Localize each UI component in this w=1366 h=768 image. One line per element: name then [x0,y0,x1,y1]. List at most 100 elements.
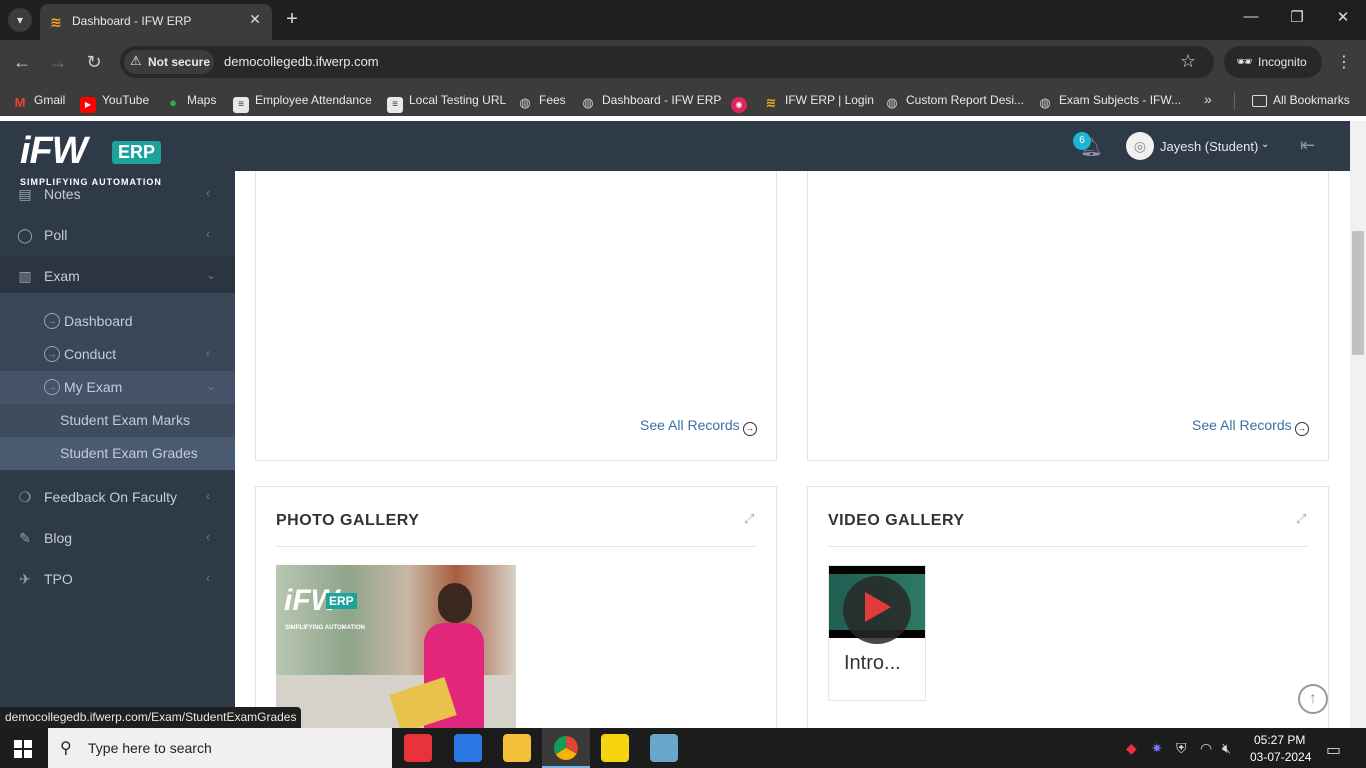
play-icon[interactable] [865,592,891,622]
bookmark-app[interactable]: ◉ [731,91,753,113]
anydesk-icon[interactable] [404,734,432,762]
bookmark-star-icon[interactable]: ☆ [1180,52,1196,70]
security-label: Not secure [148,55,211,69]
tab-dashboard[interactable]: ≋ Dashboard - IFW ERP ✕ [40,4,272,40]
volume-muted-icon[interactable]: 🔇︎ [1222,740,1231,757]
gmail-icon: M [14,95,26,110]
wifi-icon[interactable]: ◠ [1200,740,1212,757]
sidebar-item-feedback[interactable]: ❍ Feedback On Faculty ‹ [0,477,235,518]
bookmark-youtube[interactable]: ▶ YouTube [80,91,149,113]
back-icon[interactable]: ← [12,52,32,72]
incognito-button[interactable]: 🕶 Incognito [1224,46,1322,78]
chevron-down-icon: ⌄ [206,268,217,282]
scroll-to-top-icon[interactable]: ↑ [1298,684,1328,714]
notification-badge: 6 [1073,132,1091,150]
see-all-records-link[interactable]: See All Records → [640,417,757,436]
restore-icon[interactable]: ❐ [1282,8,1312,26]
app-icon[interactable] [650,734,678,762]
arrow-circle-icon: → [44,313,60,329]
ifw-icon: ≋ [765,95,777,110]
ifw-favicon-icon: ≋ [50,14,62,30]
logout-icon[interactable]: ⇤ [1300,135,1315,156]
photo-gallery-panel: PHOTO GALLERY ⤢ iFW ERP SIMPLIFYING AUTO… [255,486,777,728]
address-bar[interactable]: ⚠ Not secure democollegedb.ifwerp.com ☆ [120,46,1214,78]
status-url: democollegedb.ifwerp.com/Exam/StudentExa… [0,707,302,728]
exam-submenu: → Dashboard → Conduct ‹ → My Exam ⌄ Stud… [0,293,235,470]
search-icon: ⚲ [60,740,72,757]
bookmark-local-testing[interactable]: ≡ Local Testing URL [387,91,506,113]
photo-tagline: SIMPLIFYING AUTOMATION [285,625,365,631]
bookmark-fees[interactable]: ◍ Fees [517,91,565,110]
clock-date[interactable]: 03-07-2024 [1250,750,1311,764]
user-name[interactable]: Jayesh (Student) [1160,139,1258,154]
main-content: See All Records → See All Records → PHOTO … [235,171,1350,728]
scrollbar-thumb[interactable] [1352,231,1364,355]
tab-search-icon[interactable]: ▾ [8,8,32,32]
video-card[interactable]: Intro... [828,565,926,701]
sidebar-item-blog[interactable]: ✎ Blog ‹ [0,518,235,559]
folder-icon [1252,95,1267,107]
bookmark-dashboard[interactable]: ◍ Dashboard - IFW ERP [580,91,721,110]
photo-logo-badge: ERP [326,593,357,609]
expand-icon[interactable]: ⤢ [1296,511,1306,527]
chevron-down-icon: ⌄ [206,379,217,393]
video-thumbnail [829,566,925,644]
chevron-right-double-icon[interactable]: » [1204,91,1212,107]
chat-bubble-icon: ◯ [17,227,33,243]
anydesk-tray-icon[interactable]: ◆ [1126,740,1137,757]
sidebar-item-poll[interactable]: ◯ Poll ‹ [0,215,235,256]
wps-office-icon[interactable] [454,734,482,762]
bookmark-employee-attendance[interactable]: ≡ Employee Attendance [233,91,372,113]
logo-text: iFW [20,130,88,172]
video-gallery-title: VIDEO GALLERY [828,512,965,529]
bookmark-ifw-login[interactable]: ≋ IFW ERP | Login [763,91,874,110]
logo-tagline: SIMPLIFYING AUTOMATION [20,177,162,187]
clock-time[interactable]: 05:27 PM [1254,733,1305,747]
reload-icon[interactable]: ↻ [84,52,104,72]
search-placeholder: Type here to search [88,740,212,756]
bookmark-gmail[interactable]: M Gmail [12,91,66,110]
security-chip[interactable]: ⚠ Not secure [124,50,214,74]
sidebar-item-student-exam-grades[interactable]: Student Exam Grades [0,437,235,470]
url-text[interactable]: democollegedb.ifwerp.com [224,54,379,69]
bookmark-exam-subjects[interactable]: ◍ Exam Subjects - IFW... [1037,91,1181,110]
forward-icon[interactable]: → [48,52,68,72]
browser-tab-bar: ▾ ≋ Dashboard - IFW ERP ✕ + — ❐ ✕ [0,0,1366,40]
photo-person-head [438,583,472,623]
settings-tray-icon[interactable]: ✷ [1151,740,1163,757]
notifications-icon[interactable]: ▭ [1326,740,1341,760]
minimize-icon[interactable]: — [1236,8,1266,25]
logo[interactable]: iFW ERP SIMPLIFYING AUTOMATION [0,121,235,187]
sidebar-item-tpo[interactable]: ✈ TPO ‹ [0,559,235,600]
tab-close-icon[interactable]: ✕ [245,11,265,28]
taskbar-search[interactable]: ⚲ Type here to search [48,728,392,768]
see-all-records-link[interactable]: See All Records → [1192,417,1309,436]
divider [1234,92,1235,110]
windows-start-icon[interactable] [14,740,32,758]
gallery-photo[interactable]: iFW ERP SIMPLIFYING AUTOMATION [276,565,516,728]
doc-icon: ≡ [233,97,249,113]
expand-icon[interactable]: ⤢ [744,511,754,527]
sidebar-item-conduct[interactable]: → Conduct ‹ [0,338,235,371]
bookmark-maps[interactable]: ● Maps [165,91,216,110]
chevron-left-icon: ‹ [206,571,210,585]
file-explorer-icon[interactable] [503,734,531,762]
sidebar-item-exam-dashboard[interactable]: → Dashboard [0,305,235,338]
all-bookmarks[interactable]: All Bookmarks [1252,91,1350,109]
bookmark-custom-report[interactable]: ◍ Custom Report Desi... [884,91,1024,110]
chevron-down-icon[interactable]: ⌄ [1261,139,1269,150]
new-tab-icon[interactable]: + [282,8,302,30]
security-tray-icon[interactable]: ⛨ [1176,740,1187,757]
sidebar-item-my-exam[interactable]: → My Exam ⌄ [0,371,235,404]
avatar[interactable]: ◎ [1126,132,1154,160]
sidebar-item-exam[interactable]: ▥ Exam ⌄ [0,256,235,297]
sidebar-item-student-exam-marks[interactable]: Student Exam Marks [0,404,235,437]
page-scrollbar[interactable] [1350,121,1366,728]
sticky-notes-icon[interactable] [601,734,629,762]
browser-menu-icon[interactable]: ⋮ [1336,52,1352,72]
close-window-icon[interactable]: ✕ [1328,8,1358,26]
taskbar-chrome-active[interactable] [542,728,590,768]
divider [828,546,1308,547]
incognito-icon: 🕶 [1236,54,1253,69]
video-caption: Intro... [844,652,901,674]
